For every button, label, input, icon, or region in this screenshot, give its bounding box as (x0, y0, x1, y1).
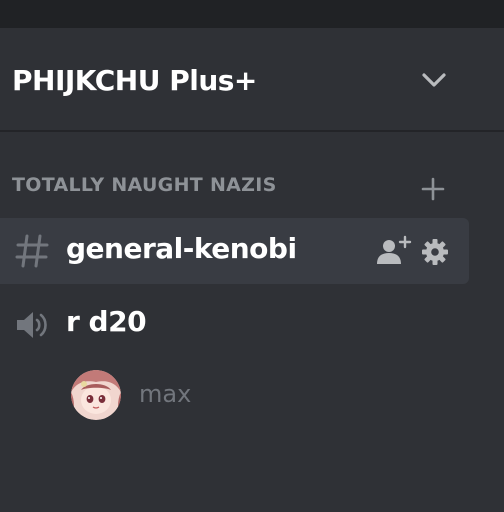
window-titlebar (0, 0, 504, 28)
server-header[interactable]: PHIJKCHU Plus+ (0, 28, 504, 130)
avatar (71, 370, 121, 420)
member-name: max (139, 380, 192, 408)
chevron-down-icon[interactable] (420, 70, 448, 90)
text-channel-general-kenobi[interactable]: general-kenobi (0, 218, 469, 284)
server-name: PHIJKCHU Plus+ (12, 64, 257, 97)
category-label: TOTALLY NAUGHT NAZIS (12, 174, 277, 196)
invite-icon[interactable] (376, 235, 414, 267)
voice-member[interactable]: max (0, 366, 469, 424)
channel-name: general-kenobi (66, 232, 297, 265)
plus-icon[interactable] (420, 176, 446, 202)
gear-icon[interactable] (421, 238, 449, 266)
speaker-icon (17, 312, 47, 338)
voice-channel-name: r d20 (66, 305, 147, 338)
voice-channel-r-d20[interactable]: r d20 (0, 294, 469, 354)
hash-icon (15, 234, 49, 268)
